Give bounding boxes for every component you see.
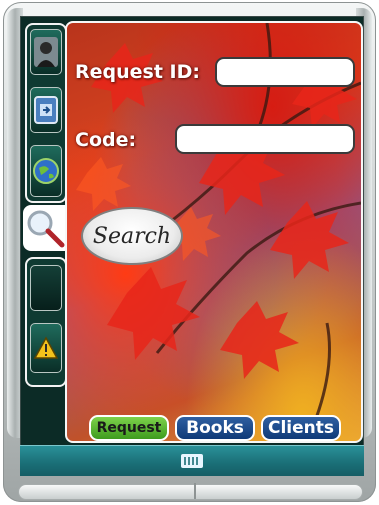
keyboard-icon[interactable] [181, 454, 203, 468]
sidebar-item-globe[interactable] [30, 145, 62, 197]
globe-icon [33, 158, 59, 184]
main-panel: Request ID: Code: Search Request Books C… [65, 21, 363, 443]
search-icon [27, 210, 65, 248]
tab-books[interactable]: Books [175, 415, 255, 441]
command-bar [20, 445, 364, 476]
code-label: Code: [75, 129, 137, 151]
sidebar-group-bottom [25, 257, 67, 387]
search-button[interactable]: Search [81, 207, 183, 265]
window-icon [34, 96, 58, 124]
code-input[interactable] [175, 124, 355, 154]
sidebar-item-search[interactable] [23, 205, 67, 251]
tab-request[interactable]: Request [89, 415, 169, 441]
sidebar-item-user[interactable] [30, 29, 62, 75]
request-id-label: Request ID: [75, 61, 200, 83]
request-id-input[interactable] [215, 57, 355, 87]
sidebar-item-warning[interactable] [30, 323, 62, 373]
screen: Request ID: Code: Search Request Books C… [20, 16, 364, 446]
sidebar-item-blank[interactable] [30, 265, 62, 311]
hardware-button-bar[interactable] [18, 484, 363, 500]
sidebar-group-top [25, 23, 67, 203]
sidebar-item-window[interactable] [30, 87, 62, 133]
hardware-button-divider [194, 483, 196, 499]
sidebar [23, 21, 69, 441]
user-icon [34, 37, 58, 67]
tab-clients[interactable]: Clients [261, 415, 341, 441]
warning-icon [34, 336, 58, 359]
